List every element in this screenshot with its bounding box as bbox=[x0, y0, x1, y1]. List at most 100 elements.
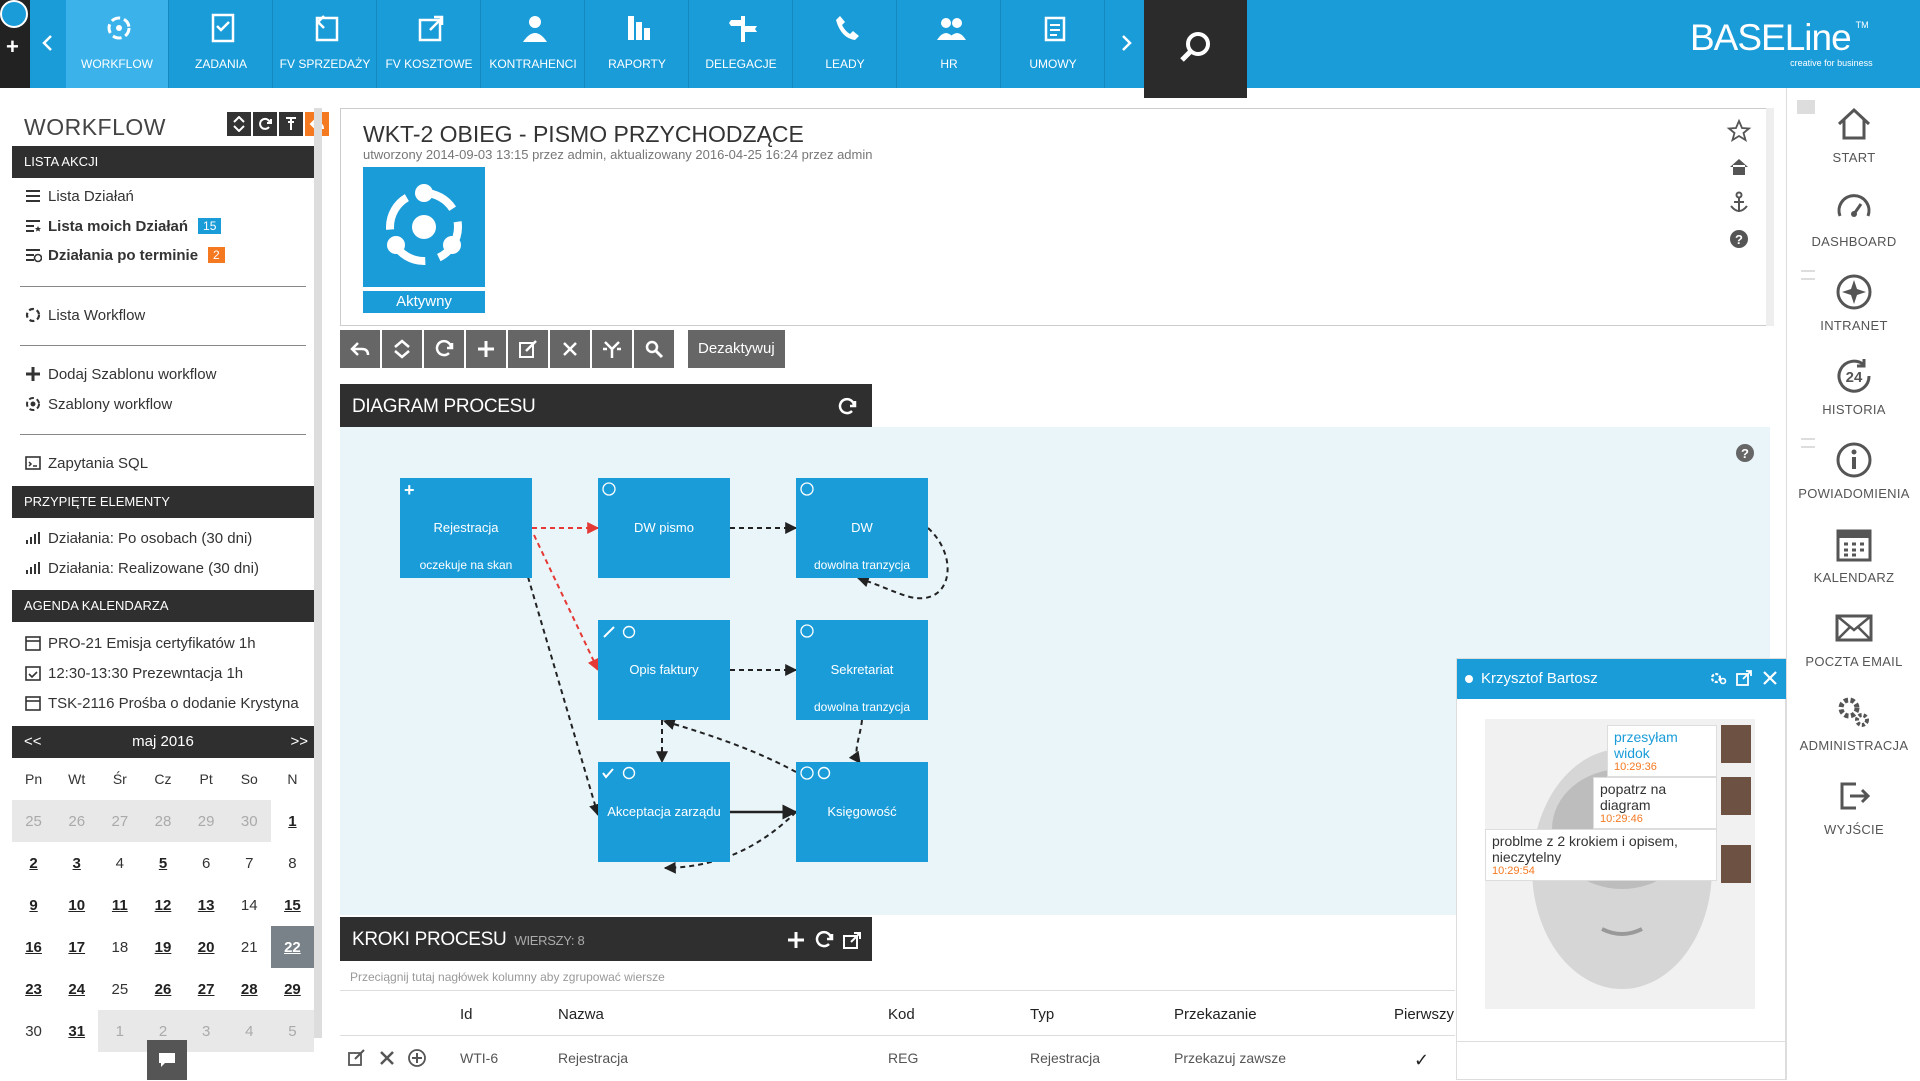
calendar-day-other-month[interactable]: 3 bbox=[184, 1010, 228, 1052]
calendar-day[interactable]: 19 bbox=[141, 926, 185, 968]
sidebar-item-lista-workflow[interactable]: Lista Workflow bbox=[24, 306, 145, 324]
node-sekretariat[interactable]: Sekretariat dowolna tranzycja bbox=[796, 620, 928, 720]
delete-icon[interactable] bbox=[376, 1047, 398, 1069]
calendar-day[interactable]: 17 bbox=[55, 926, 99, 968]
chat-messages[interactable]: przesyłam widok 10:29:36 popatrz na diag… bbox=[1485, 719, 1755, 1009]
calendar-next-button[interactable]: >> bbox=[290, 733, 308, 750]
column-header-przekazanie[interactable]: Przekazanie bbox=[1174, 1006, 1257, 1023]
node-rejestracja[interactable]: + Rejestracja oczekuje na skan bbox=[400, 478, 532, 578]
node-dw-pismo[interactable]: DW pismo bbox=[598, 478, 730, 578]
right-nav-poczta[interactable]: POCZTA EMAIL bbox=[1787, 608, 1920, 688]
refresh-icon[interactable] bbox=[813, 929, 835, 951]
calendar-day-other-month[interactable]: 5 bbox=[270, 1010, 314, 1052]
right-nav-administracja[interactable]: ADMINISTRACJA bbox=[1787, 692, 1920, 772]
nav-hr[interactable]: HR bbox=[898, 0, 1001, 88]
app-logo-icon[interactable] bbox=[0, 0, 28, 28]
calendar-day[interactable]: 12 bbox=[141, 884, 185, 926]
calendar-day-other-month[interactable]: 1 bbox=[98, 1010, 142, 1052]
export-icon[interactable] bbox=[841, 929, 863, 951]
calendar-day-today[interactable]: 22 bbox=[270, 926, 314, 968]
calendar-day[interactable]: 9 bbox=[12, 884, 56, 926]
edge-rejestracja-opis[interactable] bbox=[533, 534, 599, 672]
deactivate-button[interactable]: Dezaktywuj bbox=[688, 330, 785, 368]
calendar-day[interactable]: 21 bbox=[227, 926, 271, 968]
sidebar-scrollbar[interactable] bbox=[314, 108, 322, 1038]
nav-zadania[interactable]: ZADANIA bbox=[170, 0, 273, 88]
open-chat-button[interactable] bbox=[147, 1040, 187, 1080]
node-dw[interactable]: DW dowolna tranzycja bbox=[796, 478, 928, 578]
back-button[interactable] bbox=[340, 330, 380, 368]
calendar-day[interactable]: 13 bbox=[184, 884, 228, 926]
calendar-day[interactable]: 16 bbox=[12, 926, 56, 968]
calendar-day-other-month[interactable]: 4 bbox=[227, 1010, 271, 1052]
search-button[interactable] bbox=[1144, 0, 1247, 98]
nav-kontrahenci[interactable]: KONTRAHENCI bbox=[482, 0, 585, 88]
calendar-day[interactable]: 29 bbox=[270, 968, 314, 1010]
right-nav-wyjscie[interactable]: WYJŚCIE bbox=[1787, 776, 1920, 856]
calendar-day[interactable]: 11 bbox=[98, 884, 142, 926]
calendar-day-other-month[interactable]: 27 bbox=[98, 800, 142, 842]
calendar-day[interactable]: 1 bbox=[270, 800, 314, 842]
calendar-day[interactable]: 3 bbox=[55, 842, 99, 884]
add-button[interactable] bbox=[466, 330, 506, 368]
column-header-pierwszy[interactable]: Pierwszy bbox=[1394, 1006, 1454, 1023]
transitions-button[interactable] bbox=[592, 330, 632, 368]
nav-prev-icon[interactable] bbox=[34, 28, 62, 58]
calendar-day-other-month[interactable]: 28 bbox=[141, 800, 185, 842]
calendar-day[interactable]: 18 bbox=[98, 926, 142, 968]
agenda-item[interactable]: 12:30-13:30 Prezewntacja 1h bbox=[24, 664, 243, 682]
right-nav-intranet[interactable]: INTRANET bbox=[1787, 272, 1920, 352]
refresh-button[interactable] bbox=[424, 330, 464, 368]
node-akceptacja-zarzadu[interactable]: Akceptacja zarządu bbox=[598, 762, 730, 862]
pinned-item-realizowane[interactable]: Działania: Realizowane (30 dni) bbox=[24, 559, 259, 577]
calendar-day-other-month[interactable]: 25 bbox=[12, 800, 56, 842]
calendar-day[interactable]: 15 bbox=[270, 884, 314, 926]
pinned-item-po-osobach[interactable]: Działania: Po osobach (30 dni) bbox=[24, 529, 252, 547]
close-icon[interactable] bbox=[1761, 669, 1779, 687]
chat-message-input[interactable] bbox=[1457, 1041, 1787, 1081]
calendar-day[interactable]: 20 bbox=[184, 926, 228, 968]
popout-icon[interactable] bbox=[1735, 669, 1753, 687]
home-icon[interactable] bbox=[1726, 154, 1752, 180]
calendar-day[interactable]: 23 bbox=[12, 968, 56, 1010]
calendar-day-other-month[interactable]: 30 bbox=[227, 800, 271, 842]
nav-leady[interactable]: LEADY bbox=[794, 0, 897, 88]
calendar-day[interactable]: 31 bbox=[55, 1010, 99, 1052]
sidebar-item-zapytania-sql[interactable]: Zapytania SQL bbox=[24, 454, 148, 472]
edit-icon[interactable] bbox=[346, 1047, 368, 1069]
expand-collapse-button[interactable] bbox=[227, 112, 251, 136]
calendar-day[interactable]: 4 bbox=[98, 842, 142, 884]
right-nav-kalendarz[interactable]: KALENDARZ bbox=[1787, 524, 1920, 604]
calendar-day[interactable]: 5 bbox=[141, 842, 185, 884]
right-nav-powiadomienia[interactable]: POWIADOMIENIA bbox=[1787, 440, 1920, 520]
add-circle-icon[interactable] bbox=[406, 1047, 428, 1069]
refresh-button[interactable] bbox=[253, 112, 277, 136]
calendar-day-other-month[interactable]: 29 bbox=[184, 800, 228, 842]
main-scrollbar[interactable] bbox=[1766, 108, 1774, 326]
column-header-id[interactable]: Id bbox=[460, 1006, 473, 1023]
sidebar-item-lista-dzialan[interactable]: Lista Działań bbox=[24, 187, 134, 205]
nav-delegacje[interactable]: DELEGACJE bbox=[690, 0, 793, 88]
diagram-help-icon[interactable]: ? bbox=[1736, 444, 1754, 462]
calendar-day[interactable]: 27 bbox=[184, 968, 228, 1010]
nav-raporty[interactable]: RAPORTY bbox=[586, 0, 689, 88]
nav-fv-sprzedazy[interactable]: FV SPRZEDAŻY bbox=[274, 0, 377, 88]
calendar-day[interactable]: 24 bbox=[55, 968, 99, 1010]
right-nav-start[interactable]: START bbox=[1787, 104, 1920, 184]
edge-rejestracja-akceptacja[interactable] bbox=[527, 576, 601, 817]
column-header-nazwa[interactable]: Nazwa bbox=[558, 1006, 604, 1023]
calendar-day[interactable]: 14 bbox=[227, 884, 271, 926]
sidebar-item-moje-dzialania[interactable]: Lista moich Działań 15 bbox=[24, 217, 222, 235]
sidebar-item-po-terminie[interactable]: Działania po terminie 2 bbox=[24, 246, 225, 264]
calendar-day-other-month[interactable]: 26 bbox=[55, 800, 99, 842]
anchor-icon[interactable] bbox=[1726, 190, 1752, 216]
group-by-hint[interactable]: Przeciągnij tutaj nagłówek kolumny aby z… bbox=[350, 970, 665, 984]
agenda-item[interactable]: TSK-2116 Prośba o dodanie Krystyna bbox=[24, 694, 326, 712]
edit-button[interactable] bbox=[508, 330, 548, 368]
sidebar-item-szablony[interactable]: Szablony workflow bbox=[24, 395, 172, 413]
column-header-typ[interactable]: Typ bbox=[1030, 1006, 1054, 1023]
plus-icon[interactable] bbox=[785, 929, 807, 951]
settings-icon[interactable] bbox=[1709, 669, 1727, 687]
calendar-day[interactable]: 25 bbox=[98, 968, 142, 1010]
delete-button[interactable] bbox=[550, 330, 590, 368]
